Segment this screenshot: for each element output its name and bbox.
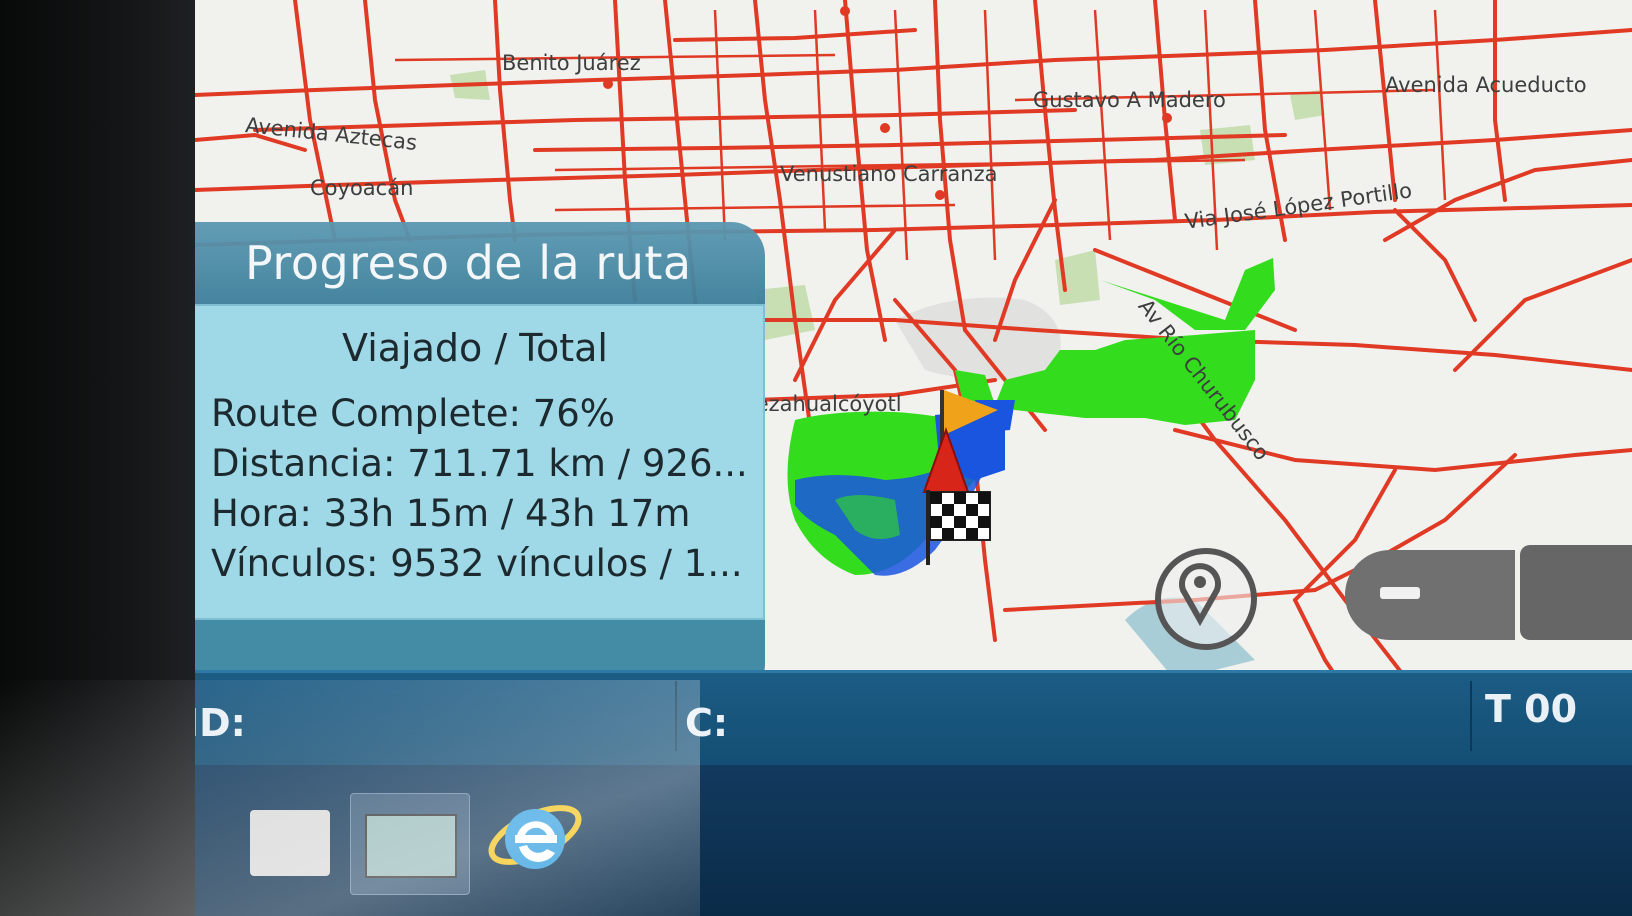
- c-label: C:: [685, 701, 729, 745]
- panel-title: Progreso de la ruta: [245, 236, 692, 290]
- links-text: Vínculos: 9532 vínculos / 1...: [211, 542, 743, 585]
- id-label: ID:: [195, 701, 246, 745]
- taskbar-button-window[interactable]: [350, 793, 470, 895]
- map-label-coyoacan: Coyoacán: [310, 176, 414, 200]
- taskbar: [195, 765, 1632, 916]
- map-pin-locate-icon: [1179, 563, 1221, 627]
- device-bezel: [0, 0, 195, 916]
- lake-area: [895, 297, 1061, 380]
- distance-text: Distancia: 711.71 km / 926...: [211, 442, 748, 485]
- time-text: Hora: 33h 15m / 43h 17m: [211, 492, 691, 535]
- status-divider: [1470, 681, 1472, 751]
- zoom-out-button[interactable]: [1345, 550, 1515, 640]
- device-screen: Benito Juárez Avenida Aztecas Coyoacán G…: [195, 0, 1632, 916]
- map-label-gustavo-a-madero: Gustavo A Madero: [1033, 88, 1226, 112]
- traveled-total-heading: Viajado / Total: [342, 326, 608, 370]
- taskbar-button-folder[interactable]: [250, 810, 330, 876]
- map-label-venustiano-carranza: Venustiano Carranza: [780, 162, 998, 186]
- zoom-in-button[interactable]: [1520, 545, 1632, 640]
- map-label-avenida-acueducto: Avenida Acueducto: [1385, 73, 1587, 97]
- route-markers: [922, 390, 998, 565]
- minus-icon: [1380, 587, 1420, 599]
- map-label-benito-juarez: Benito Juárez: [502, 51, 641, 75]
- checkered-flag-icon: [926, 490, 991, 565]
- route-progress-panel: Progreso de la ruta Viajado / Total Rout…: [195, 222, 765, 702]
- taskbar-button-browser[interactable]: [485, 787, 585, 887]
- route-complete-text: Route Complete: 76%: [211, 392, 615, 435]
- panel-header: Progreso de la ruta: [195, 222, 765, 304]
- status-bar: ID: C: T 00: [195, 670, 1632, 768]
- status-divider: [675, 681, 677, 751]
- window-thumbnail-icon: [365, 814, 457, 878]
- internet-explorer-icon: [488, 805, 582, 869]
- panel-body: Viajado / Total Route Complete: 76% Dist…: [195, 304, 765, 620]
- red-arrow-icon: [922, 427, 970, 493]
- locate-button[interactable]: [1155, 548, 1257, 650]
- t-label: T 00: [1485, 687, 1578, 731]
